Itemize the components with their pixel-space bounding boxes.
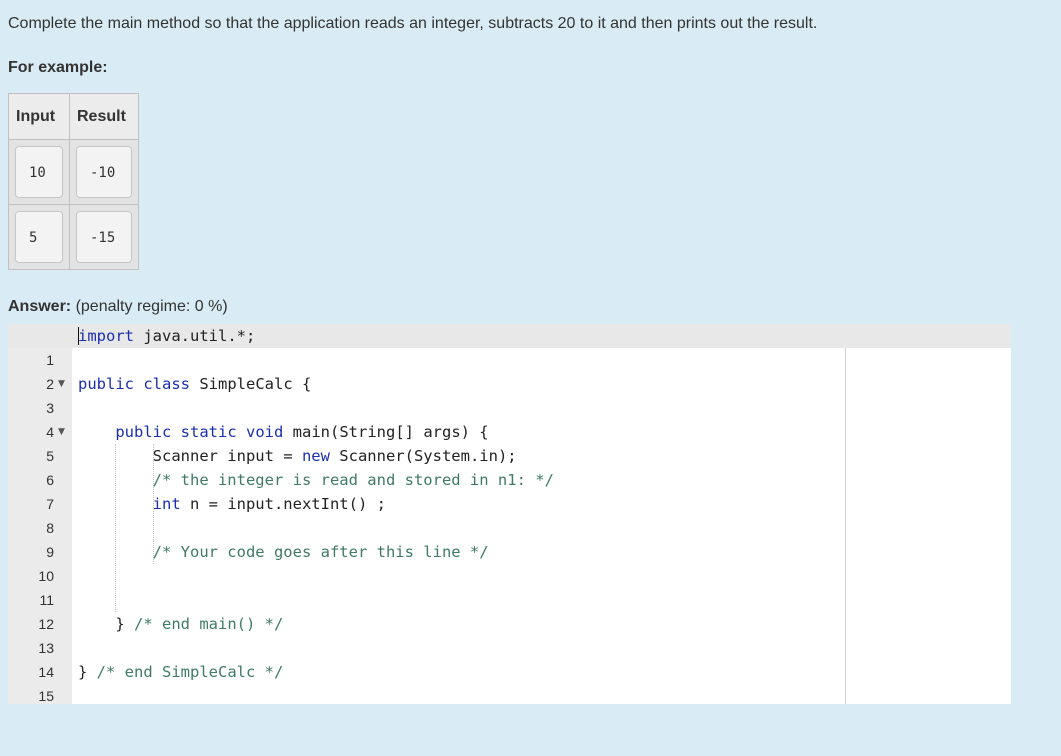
example-result: -15 xyxy=(76,211,132,263)
answer-heading: Answer: (penalty regime: 0 %) xyxy=(8,298,228,316)
code-comment: /* the integer is read and stored in n1:… xyxy=(78,471,554,489)
code-comment: /* Your code goes after this line */ xyxy=(78,543,489,561)
example-result: -10 xyxy=(76,146,132,198)
code-text: int n = input.nextInt() ; xyxy=(152,495,386,513)
fold-arrow-icon[interactable]: ▼ xyxy=(58,420,65,444)
answer-label: Answer: xyxy=(8,298,72,315)
for-example-heading: For example: xyxy=(8,59,108,76)
code-line[interactable]: 9 xyxy=(8,516,1011,560)
code-line[interactable]: 13 } /* end main() */ xyxy=(8,612,1011,656)
penalty-regime: (penalty regime: 0 %) xyxy=(75,298,228,315)
text-cursor xyxy=(78,327,79,345)
code-line[interactable]: 3 ▼ public class SimpleCalc { xyxy=(8,372,1011,416)
code-line[interactable]: 6 Scanner input = new Scanner(System.in)… xyxy=(8,444,1011,488)
code-text: Scanner input = new Scanner(System.in); xyxy=(78,447,517,465)
code-line[interactable]: 8 int n = input.nextInt() ; xyxy=(8,492,1011,536)
code-line[interactable]: 11 xyxy=(8,564,1011,608)
code-editor[interactable]: 1 import java.util.*; 2 3 ▼ public class… xyxy=(8,324,1011,704)
input-column-header: Input xyxy=(8,93,70,140)
examples-table: Input Result 10 -10 5 -15 xyxy=(8,93,139,270)
example-input: 5 xyxy=(15,211,63,263)
code-line[interactable]: 1 import java.util.*; xyxy=(8,324,1011,368)
code-line[interactable]: 10 /* Your code goes after this line */ xyxy=(8,540,1011,584)
line-number: 15 xyxy=(38,688,54,704)
code-text: public class SimpleCalc { xyxy=(78,375,312,393)
code-text: public static void main(String[] args) { xyxy=(115,423,489,441)
code-text: import java.util.*; xyxy=(78,327,256,345)
table-row: 5 -15 xyxy=(8,204,139,270)
code-text: } /* end main() */ xyxy=(78,615,284,633)
code-line[interactable]: 5 ▼ public static void main(String[] arg… xyxy=(8,420,1011,464)
code-text: } /* end SimpleCalc */ xyxy=(78,663,284,681)
example-input: 10 xyxy=(15,146,63,198)
code-line[interactable]: 2 xyxy=(8,348,1011,392)
table-row: 10 -10 xyxy=(8,139,139,205)
result-column-header: Result xyxy=(69,93,139,140)
code-line[interactable]: 12 xyxy=(8,588,1011,632)
code-line[interactable]: 4 xyxy=(8,396,1011,440)
fold-arrow-icon[interactable]: ▼ xyxy=(58,372,65,396)
code-line[interactable]: 15 } /* end SimpleCalc */ xyxy=(8,660,1011,704)
question-text: Complete the main method so that the app… xyxy=(8,15,818,32)
code-line[interactable]: 7 /* the integer is read and stored in n… xyxy=(8,468,1011,512)
code-line[interactable]: 14 xyxy=(8,636,1011,680)
